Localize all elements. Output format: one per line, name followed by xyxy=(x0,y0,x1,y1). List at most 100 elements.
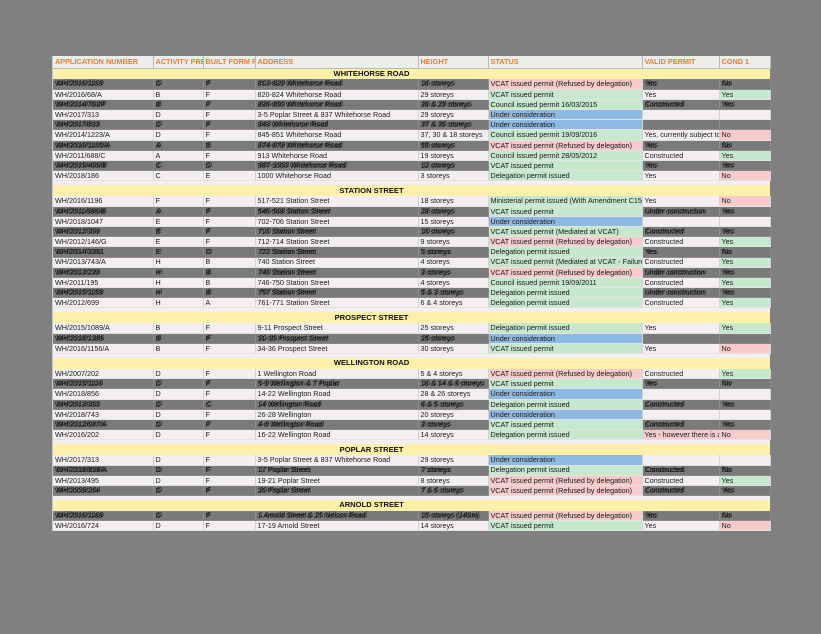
cell-application-number[interactable]: WH/2013/743/A xyxy=(53,257,154,268)
table-row[interactable]: WH/2012/146/G E F 712-714 Station Street 9 s… xyxy=(53,236,771,248)
cell-address[interactable]: 874-878 Whitehorse Road xyxy=(255,140,419,151)
cell-valid-permit[interactable]: Constructed xyxy=(642,399,720,410)
cell-status[interactable]: Delegation permit issued xyxy=(488,287,643,299)
cell-activity-precinct[interactable]: B xyxy=(153,333,204,344)
cell-status[interactable]: VCAT issued permit xyxy=(488,343,643,355)
spreadsheet-grid[interactable]: APPLICATION NUMBER ACTIVITY PRE BUILT FO… xyxy=(52,56,771,532)
cell-height[interactable]: 8 storeys xyxy=(418,475,489,486)
cell-valid-permit[interactable]: Yes xyxy=(642,89,720,100)
cell-built-form-precinct[interactable]: B xyxy=(203,267,256,278)
cell-status[interactable]: Delegation permit issued xyxy=(488,429,643,441)
table-row[interactable]: WH/2007/202 D F 1 Wellington Road 5 & 4 stor… xyxy=(53,368,771,380)
cell-built-form-precinct[interactable]: F xyxy=(203,79,256,90)
cell-application-number[interactable]: WH/2016/68/A xyxy=(53,89,154,100)
cell-height[interactable]: 30 storeys xyxy=(418,343,489,355)
table-row[interactable]: WH/2013/239HB740 Station Street3 storeys… xyxy=(53,267,771,278)
cell-valid-permit[interactable]: Constructed xyxy=(642,236,720,248)
cell-built-form-precinct[interactable]: F xyxy=(203,322,256,334)
cell-built-form-precinct[interactable]: B xyxy=(203,277,256,289)
table-row[interactable]: WH/2016/1156/A B F 34-36 Prospect Street 30 … xyxy=(53,343,771,355)
cell-cond-1[interactable] xyxy=(719,454,771,466)
table-row[interactable]: WH/2014/1061ED722 Station Street5 storey… xyxy=(53,246,771,258)
cell-cond-1[interactable]: Yes xyxy=(719,257,771,268)
cell-cond-1[interactable]: Yes xyxy=(719,236,771,248)
cell-height[interactable]: 37 & 36 storeys xyxy=(418,119,489,131)
cell-status[interactable]: Delegation permit issued xyxy=(488,322,643,334)
cell-valid-permit[interactable]: Yes xyxy=(642,195,720,207)
cell-activity-precinct[interactable]: D xyxy=(153,465,204,476)
cell-cond-1[interactable]: Yes xyxy=(719,277,771,289)
cell-height[interactable]: 3 storeys xyxy=(418,170,489,182)
cell-valid-permit[interactable] xyxy=(642,409,720,420)
cell-valid-permit[interactable]: Yes xyxy=(642,170,720,182)
column-header-cond-1[interactable]: COND 1 xyxy=(719,56,771,69)
cell-height[interactable]: 16 & 14 & 6 storeys xyxy=(418,378,489,390)
cell-built-form-precinct[interactable]: F xyxy=(203,89,256,100)
cell-status[interactable]: Council issued permit 28/05/2012 xyxy=(488,150,643,162)
cell-valid-permit[interactable]: Yes xyxy=(642,343,720,355)
column-header-address[interactable]: ADDRESS xyxy=(255,56,419,69)
cell-address[interactable]: 820-824 Whitehorse Road xyxy=(255,89,419,100)
column-header-valid-permit[interactable]: VALID PERMIT xyxy=(642,56,720,69)
cell-activity-precinct[interactable]: E xyxy=(153,246,204,258)
cell-valid-permit[interactable]: Yes xyxy=(642,79,720,90)
cell-application-number[interactable]: WH/2016/1169 xyxy=(53,510,154,522)
cell-built-form-precinct[interactable]: F xyxy=(203,388,256,400)
cell-valid-permit[interactable]: Under construction xyxy=(642,267,720,278)
cell-address[interactable]: 740 Station Street xyxy=(255,267,419,278)
cell-activity-precinct[interactable]: D xyxy=(153,129,204,141)
cell-valid-permit[interactable]: Under construction xyxy=(642,287,720,299)
cell-built-form-precinct[interactable]: F xyxy=(203,429,256,441)
table-row[interactable]: WH/2015/1089/A B F 9-11 Prospect Street 25 s… xyxy=(53,322,771,334)
cell-built-form-precinct[interactable]: C xyxy=(203,399,256,410)
cell-application-number[interactable]: WH/2016/1156/A xyxy=(53,343,154,355)
cell-address[interactable]: 710 Station Street xyxy=(255,226,419,238)
cell-status[interactable]: Council issued permit 16/03/2015 xyxy=(488,99,643,111)
cell-height[interactable]: 37, 30 & 18 storeys xyxy=(418,129,489,141)
cell-application-number[interactable]: WH/2017/313 xyxy=(53,454,154,466)
cell-built-form-precinct[interactable]: A xyxy=(203,297,256,309)
cell-activity-precinct[interactable]: H xyxy=(153,297,204,309)
table-row[interactable]: WH/2016/68/A B F 820-824 Whitehorse Road 29 … xyxy=(53,89,771,100)
cell-status[interactable]: VCAT issued permit (Refused by delegatio… xyxy=(488,475,643,486)
cell-valid-permit[interactable]: Under construction xyxy=(642,206,720,217)
table-row[interactable]: WH/2016/724 D F 17-19 Arnold Street 14 store… xyxy=(53,520,771,532)
cell-activity-precinct[interactable]: E xyxy=(153,236,204,248)
cell-cond-1[interactable]: No xyxy=(719,129,771,141)
cell-valid-permit[interactable]: Yes xyxy=(642,160,720,172)
cell-address[interactable]: 845-851 Whitehorse Road xyxy=(255,129,419,141)
table-row[interactable]: WH/2012/309EF710 Station Street10 storey… xyxy=(53,226,771,238)
table-row[interactable]: WH/2015/406/BCD987-1003 Whitehorse Road1… xyxy=(53,160,771,172)
cell-height[interactable]: 18 storeys xyxy=(418,195,489,207)
cell-height[interactable]: 15 storeys xyxy=(418,216,489,227)
cell-built-form-precinct[interactable]: F xyxy=(203,109,256,121)
cell-built-form-precinct[interactable]: F xyxy=(203,475,256,486)
cell-height[interactable]: 29 storeys xyxy=(418,89,489,100)
cell-built-form-precinct[interactable]: E xyxy=(203,140,256,151)
column-header-height[interactable]: HEIGHT xyxy=(418,56,489,69)
cell-address[interactable]: 545-568 Station Street xyxy=(255,206,419,217)
cell-height[interactable]: 3 storeys xyxy=(418,267,489,278)
cell-application-number[interactable]: WH/2016/1109 xyxy=(53,79,154,90)
cell-built-form-precinct[interactable]: D xyxy=(203,160,256,172)
cell-application-number[interactable]: WH/2011/688/C xyxy=(53,150,154,162)
cell-address[interactable]: 34-36 Prospect Street xyxy=(255,343,419,355)
cell-cond-1[interactable] xyxy=(719,333,771,344)
cell-address[interactable]: 913 Whitehorse Road xyxy=(255,150,419,162)
table-row[interactable]: WH/2017/313 D F 3-5 Poplar Street & 837 Whi… xyxy=(53,454,771,466)
cell-address[interactable]: 3-5 Poplar Street & 837 Whitehorse Road xyxy=(255,109,419,121)
cell-application-number[interactable]: WH/2018/1047 xyxy=(53,216,154,227)
cell-built-form-precinct[interactable]: F xyxy=(203,510,256,522)
cell-activity-precinct[interactable]: D xyxy=(153,399,204,410)
table-row[interactable]: WH/2016/1169DF1 Arnold Street & 25 Nelso… xyxy=(53,510,771,522)
cell-activity-precinct[interactable]: H xyxy=(153,287,204,299)
cell-application-number[interactable]: WH/2016/202 xyxy=(53,429,154,441)
cell-status[interactable]: VCAT issued permit (Refused by delegatio… xyxy=(488,267,643,278)
cell-built-form-precinct[interactable]: F xyxy=(203,129,256,141)
column-header-status[interactable]: STATUS xyxy=(488,56,643,69)
cell-address[interactable]: 746-750 Station Street xyxy=(255,277,419,289)
cell-application-number[interactable]: WH/2012/146/G xyxy=(53,236,154,248)
cell-status[interactable]: Delegation permit issued xyxy=(488,399,643,410)
cell-address[interactable]: 4-8 Wellington Road xyxy=(255,419,419,431)
cell-valid-permit[interactable]: Yes xyxy=(642,322,720,334)
